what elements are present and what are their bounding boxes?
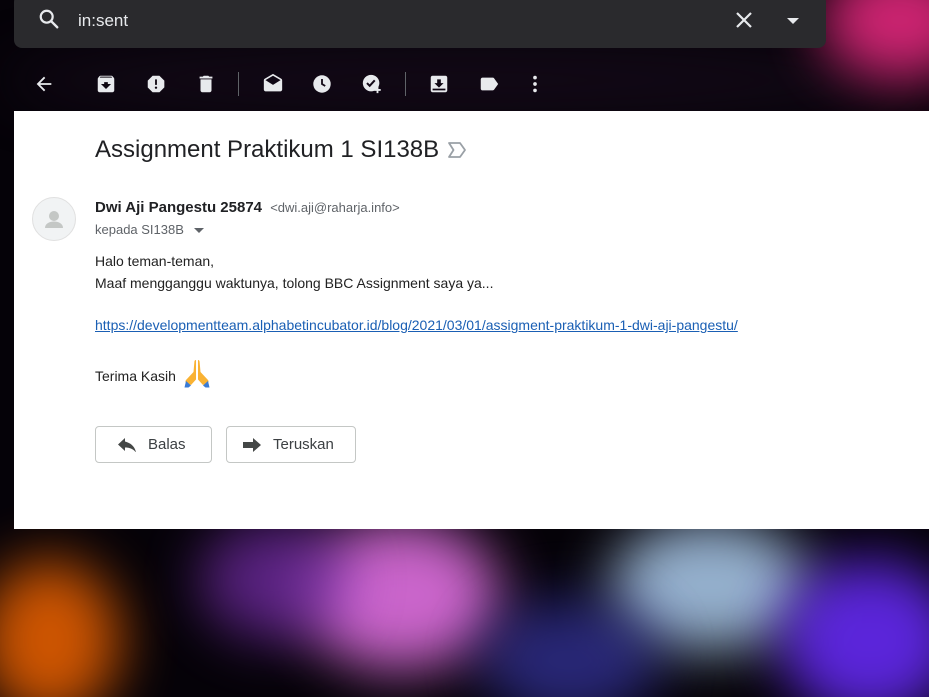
important-marker-icon[interactable] (447, 141, 467, 159)
forward-label: Teruskan (273, 436, 334, 453)
back-arrow-icon[interactable] (33, 73, 55, 95)
more-vert-icon[interactable] (524, 73, 546, 95)
body-greeting: Halo teman-teman, (95, 253, 215, 269)
sender-name[interactable]: Dwi Aji Pangestu 25874 (95, 199, 262, 216)
toolbar-divider (238, 72, 239, 96)
toolbar-divider (405, 72, 406, 96)
search-input[interactable]: in:sent (78, 11, 128, 31)
forward-arrow-icon (243, 437, 261, 452)
reply-button[interactable]: Balas (95, 426, 212, 463)
clear-search-icon[interactable] (734, 10, 754, 30)
email-body: Halo teman-teman, Maaf mengganggu waktun… (95, 251, 738, 388)
message-toolbar (0, 58, 929, 110)
add-to-tasks-icon[interactable] (361, 73, 383, 95)
blog-link[interactable]: https://developmentteam.alphabetincubato… (95, 317, 738, 333)
person-icon (45, 211, 63, 228)
report-spam-icon[interactable] (145, 73, 167, 95)
search-options-dropdown-icon[interactable] (786, 16, 800, 26)
recipient-details[interactable]: kepada SI138B (95, 222, 204, 237)
recipient-label: kepada SI138B (95, 222, 184, 237)
email-message-card: Assignment Praktikum 1 SI138B Dwi Aji Pa… (14, 111, 929, 529)
avatar (32, 197, 76, 241)
archive-icon[interactable] (95, 73, 117, 95)
body-closing: Terima Kasih (95, 368, 176, 384)
reply-arrow-icon (118, 437, 136, 452)
mark-unread-icon[interactable] (262, 73, 284, 95)
forward-button[interactable]: Teruskan (226, 426, 356, 463)
chevron-down-icon[interactable] (193, 227, 204, 234)
email-subject: Assignment Praktikum 1 SI138B (95, 136, 440, 163)
delete-icon[interactable] (195, 73, 217, 95)
labels-icon[interactable] (478, 73, 500, 95)
search-bar[interactable]: in:sent (14, 0, 826, 48)
search-icon[interactable] (38, 8, 60, 30)
sender-email: <dwi.aji@raharja.info> (270, 200, 400, 215)
sender-line: Dwi Aji Pangestu 25874 <dwi.aji@raharja.… (95, 199, 400, 216)
snooze-icon[interactable] (311, 73, 333, 95)
move-to-icon[interactable] (428, 73, 450, 95)
body-line: Maaf mengganggu waktunya, tolong BBC Ass… (95, 274, 494, 291)
reply-label: Balas (148, 436, 186, 453)
folded-hands-emoji-icon (184, 359, 210, 387)
